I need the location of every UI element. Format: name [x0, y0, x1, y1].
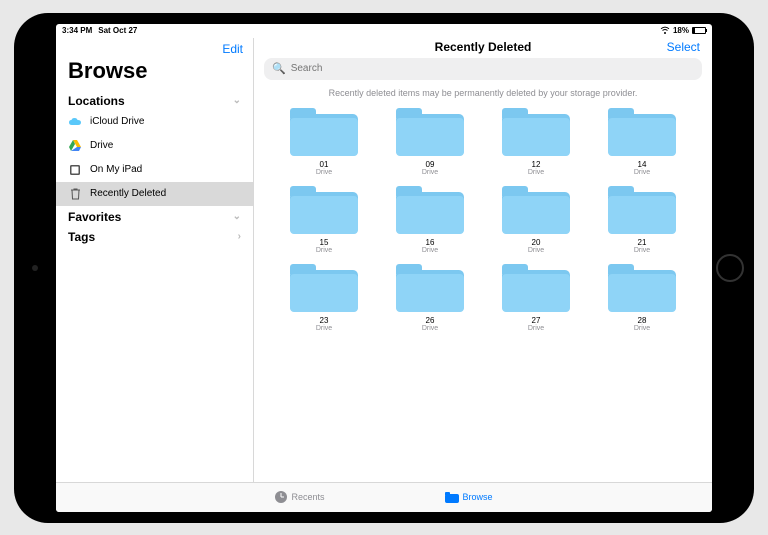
folder-item[interactable]: 16Drive — [380, 184, 480, 254]
locations-header[interactable]: Locations ⌄ — [56, 90, 253, 110]
tab-browse[interactable]: Browse — [445, 492, 493, 503]
sidebar-item-drive[interactable]: Drive — [56, 134, 253, 158]
folder-name: 15 — [320, 238, 329, 247]
folder-icon — [502, 106, 570, 156]
folder-icon — [396, 184, 464, 234]
folder-item[interactable]: 26Drive — [380, 262, 480, 332]
tags-label: Tags — [68, 230, 95, 244]
folder-item[interactable]: 12Drive — [486, 106, 586, 176]
folder-icon — [396, 262, 464, 312]
select-button[interactable]: Select — [667, 40, 700, 54]
screen: 3:34 PM Sat Oct 27 18% Edit Browse Locat… — [56, 24, 712, 512]
favorites-label: Favorites — [68, 210, 121, 224]
folder-item[interactable]: 23Drive — [274, 262, 374, 332]
locations-label: Locations — [68, 94, 125, 108]
sidebar-item-label: Drive — [90, 140, 113, 151]
edit-button[interactable]: Edit — [222, 42, 243, 56]
gdrive-icon — [68, 139, 82, 153]
status-time: 3:34 PM — [62, 26, 92, 35]
tab-bar: Recents Browse — [56, 482, 712, 512]
tab-label: Recents — [291, 492, 324, 502]
folder-source: Drive — [528, 169, 544, 176]
home-button[interactable] — [716, 254, 744, 282]
status-bar: 3:34 PM Sat Oct 27 18% — [56, 24, 712, 38]
folder-icon — [608, 262, 676, 312]
folder-icon — [502, 184, 570, 234]
folder-item[interactable]: 01Drive — [274, 106, 374, 176]
folder-item[interactable]: 21Drive — [592, 184, 692, 254]
sidebar: Edit Browse Locations ⌄ iCloud Drive Dri… — [56, 38, 254, 482]
folder-item[interactable]: 14Drive — [592, 106, 692, 176]
folder-source: Drive — [422, 325, 438, 332]
folder-name: 20 — [532, 238, 541, 247]
browse-heading: Browse — [56, 56, 253, 90]
folder-source: Drive — [316, 247, 332, 254]
folder-name: 27 — [532, 316, 541, 325]
folder-source: Drive — [634, 247, 650, 254]
folder-source: Drive — [634, 325, 650, 332]
folder-item[interactable]: 20Drive — [486, 184, 586, 254]
folder-name: 28 — [638, 316, 647, 325]
sidebar-item-label: iCloud Drive — [90, 116, 144, 127]
cloud-icon — [68, 115, 82, 129]
folder-source: Drive — [316, 169, 332, 176]
wifi-icon — [660, 26, 670, 36]
folder-source: Drive — [634, 169, 650, 176]
folder-grid: 01Drive09Drive12Drive14Drive15Drive16Dri… — [254, 106, 712, 482]
search-input[interactable] — [291, 63, 694, 74]
folder-name: 01 — [320, 160, 329, 169]
folder-item[interactable]: 09Drive — [380, 106, 480, 176]
sidebar-item-label: On My iPad — [90, 164, 142, 175]
folder-icon — [290, 184, 358, 234]
folder-icon — [396, 106, 464, 156]
tab-recents[interactable]: Recents — [275, 491, 324, 503]
tab-label: Browse — [463, 492, 493, 502]
status-date: Sat Oct 27 — [98, 26, 137, 35]
battery-icon — [692, 27, 706, 34]
folder-source: Drive — [528, 325, 544, 332]
chevron-right-icon: › — [238, 231, 241, 242]
folder-icon — [502, 262, 570, 312]
folder-icon — [290, 106, 358, 156]
folder-item[interactable]: 28Drive — [592, 262, 692, 332]
chevron-down-icon: ⌄ — [233, 95, 241, 106]
folder-name: 12 — [532, 160, 541, 169]
battery-percent: 18% — [673, 26, 689, 35]
folder-source: Drive — [316, 325, 332, 332]
search-field[interactable]: 🔍 — [264, 58, 702, 80]
favorites-header[interactable]: Favorites ⌄ — [56, 206, 253, 226]
folder-name: 16 — [426, 238, 435, 247]
sidebar-item-recently-deleted[interactable]: Recently Deleted — [56, 182, 253, 206]
folder-name: 09 — [426, 160, 435, 169]
search-icon: 🔍 — [272, 62, 286, 75]
ipad-icon — [68, 163, 82, 177]
main-pane: Recently Deleted Select 🔍 Recently delet… — [254, 38, 712, 482]
folder-icon — [445, 492, 459, 503]
folder-source: Drive — [422, 247, 438, 254]
folder-name: 14 — [638, 160, 647, 169]
sidebar-item-label: Recently Deleted — [90, 188, 166, 199]
trash-icon — [68, 187, 82, 201]
tags-header[interactable]: Tags › — [56, 226, 253, 246]
folder-item[interactable]: 27Drive — [486, 262, 586, 332]
camera-dot — [32, 265, 38, 271]
folder-name: 26 — [426, 316, 435, 325]
folder-source: Drive — [528, 247, 544, 254]
ipad-device: 3:34 PM Sat Oct 27 18% Edit Browse Locat… — [14, 13, 754, 523]
sidebar-item-icloud[interactable]: iCloud Drive — [56, 110, 253, 134]
page-title: Recently Deleted — [435, 40, 532, 54]
info-text: Recently deleted items may be permanentl… — [254, 84, 712, 106]
folder-name: 23 — [320, 316, 329, 325]
folder-icon — [290, 262, 358, 312]
folder-source: Drive — [422, 169, 438, 176]
folder-icon — [608, 184, 676, 234]
chevron-down-icon: ⌄ — [233, 211, 241, 222]
sidebar-item-ipad[interactable]: On My iPad — [56, 158, 253, 182]
folder-name: 21 — [638, 238, 647, 247]
folder-icon — [608, 106, 676, 156]
folder-item[interactable]: 15Drive — [274, 184, 374, 254]
clock-icon — [275, 491, 287, 503]
